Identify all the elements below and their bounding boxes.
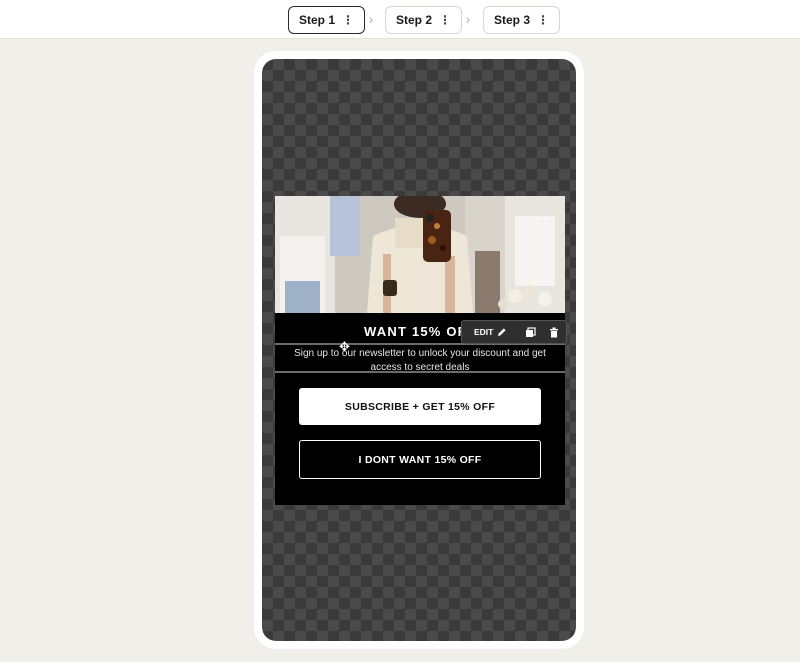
step-2-label: Step 2 (396, 13, 433, 27)
delete-button[interactable] (542, 321, 566, 343)
step-1-label: Step 1 (299, 13, 336, 27)
hero-image[interactable]: ✕ (275, 196, 565, 313)
subscribe-button[interactable]: SUBSCRIBE + GET 15% OFF (299, 388, 541, 425)
mobile-preview-frame: ✕ WANT 15% OFF ✥ Sign up to our newslett… (254, 51, 584, 649)
popup-container[interactable]: ✕ WANT 15% OFF ✥ Sign up to our newslett… (275, 196, 567, 505)
step-3-tab[interactable]: Step 3 ⋮ (483, 6, 561, 34)
chevron-right-icon: › (465, 11, 471, 27)
selected-text-block[interactable]: ✥ Sign up to our newsletter to unlock yo… (275, 340, 565, 375)
step-3-label: Step 3 (494, 13, 531, 27)
transparent-canvas: ✕ WANT 15% OFF ✥ Sign up to our newslett… (262, 59, 576, 641)
decline-button[interactable]: I DONT WANT 15% OFF (299, 440, 541, 479)
step-bar: Step 1 ⋮ › Step 2 ⋮ › Step 3 ⋮ (0, 0, 800, 39)
element-toolbar: EDIT (461, 320, 567, 344)
step-2-tab[interactable]: Step 2 ⋮ (385, 6, 463, 34)
step-1-tab[interactable]: Step 1 ⋮ (288, 6, 366, 34)
popup-subtext[interactable]: Sign up to our newsletter to unlock your… (275, 345, 565, 375)
kebab-menu-icon[interactable]: ⋮ (439, 13, 451, 27)
chevron-right-icon: › (368, 11, 374, 27)
kebab-menu-icon[interactable]: ⋮ (537, 13, 549, 27)
close-icon[interactable]: ✕ (538, 204, 553, 222)
hero-photo (275, 196, 565, 313)
move-icon[interactable]: ✥ (339, 340, 353, 354)
edit-button[interactable]: EDIT (462, 327, 507, 337)
duplicate-icon (525, 326, 536, 337)
trash-icon (550, 327, 558, 337)
pencil-icon (498, 328, 506, 336)
duplicate-button[interactable] (518, 321, 542, 343)
edit-label: EDIT (474, 327, 494, 337)
kebab-menu-icon[interactable]: ⋮ (342, 13, 354, 27)
